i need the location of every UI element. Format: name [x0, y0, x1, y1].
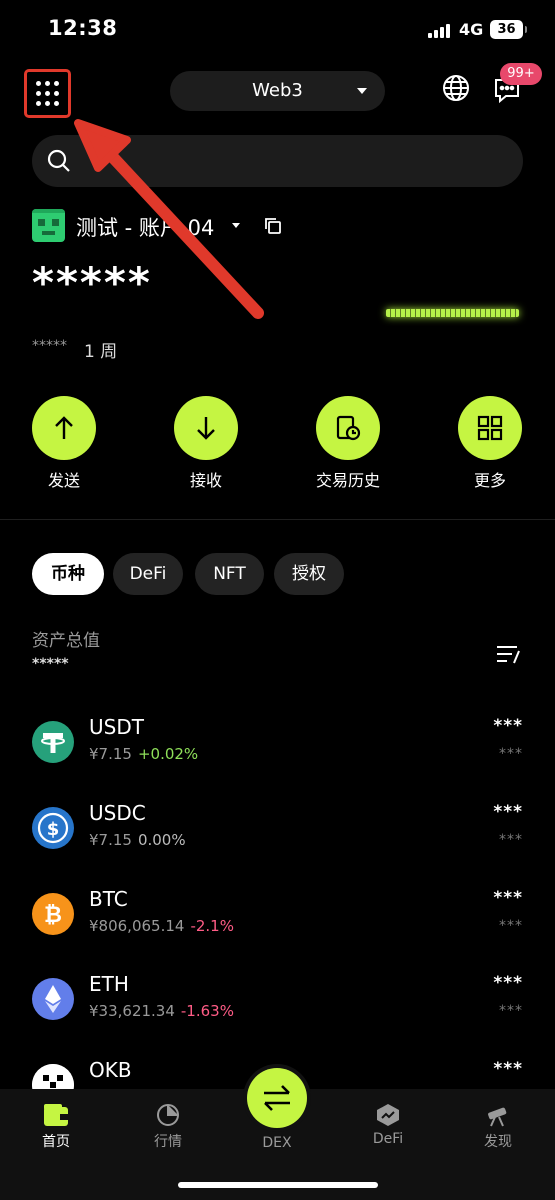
history-label: 交易历史	[315, 471, 380, 490]
send-button[interactable]: 发送	[24, 396, 104, 491]
wallet-icon	[44, 1104, 68, 1126]
swap-icon	[264, 1085, 290, 1111]
total-assets-value: *****	[32, 656, 69, 672]
token-change: -2.1%	[190, 917, 234, 935]
chevron-down-icon[interactable]	[232, 223, 240, 228]
token-amount: ***	[493, 888, 523, 908]
token-price-line: ¥7.15 0.00%	[89, 831, 186, 849]
history-button[interactable]: 交易历史	[308, 396, 388, 491]
token-price-line: ¥7.15 +0.02%	[89, 745, 198, 763]
token-change: 0.00%	[137, 831, 186, 849]
token-value: ***	[499, 746, 523, 762]
tab-approvals[interactable]: 授权	[274, 553, 344, 595]
svg-text:$: $	[47, 819, 60, 840]
status-time: 12:38	[48, 16, 118, 40]
token-symbol: BTC	[89, 887, 128, 911]
notification-badge: 99+	[500, 63, 542, 85]
history-icon	[336, 415, 361, 441]
copy-icon[interactable]	[264, 217, 282, 235]
token-row-btc[interactable]: ₿ BTC ¥806,065.14 -2.1% *** ***	[0, 885, 555, 969]
token-symbol: OKB	[89, 1058, 132, 1082]
section-divider	[0, 519, 555, 520]
telescope-icon	[488, 1107, 507, 1127]
search-icon	[47, 149, 70, 172]
token-amount: ***	[493, 802, 523, 822]
nav-market[interactable]: 行情	[128, 1103, 208, 1151]
token-amount: ***	[493, 973, 523, 993]
status-bar: 12:38 4G 36	[0, 0, 555, 62]
change-period[interactable]: 1 周	[84, 337, 117, 362]
usdc-icon: $	[32, 807, 74, 849]
app-menu-button[interactable]	[24, 69, 71, 118]
defi-icon	[377, 1104, 399, 1126]
nav-home-label: 首页	[42, 1134, 70, 1150]
more-label: 更多	[473, 471, 506, 490]
token-price-line: ¥33,621.34 -1.63%	[89, 1002, 234, 1020]
nav-defi[interactable]: DeFi	[348, 1103, 428, 1147]
token-value: ***	[499, 832, 523, 848]
total-balance[interactable]: *****	[32, 258, 152, 307]
search-input[interactable]	[32, 135, 523, 187]
token-price: ¥33,621.34	[89, 1002, 175, 1020]
svg-text:₿: ₿	[44, 903, 62, 928]
eth-icon	[32, 978, 74, 1020]
balance-sparkline	[386, 309, 519, 317]
receive-button[interactable]: 接收	[166, 396, 246, 491]
token-price: ¥7.15	[89, 831, 132, 849]
token-amount: ***	[493, 716, 523, 736]
dex-button[interactable]	[247, 1068, 307, 1128]
receive-label: 接收	[189, 471, 222, 490]
network-type: 4G	[459, 20, 484, 39]
token-row-eth[interactable]: ETH ¥33,621.34 -1.63% *** ***	[0, 970, 555, 1054]
sort-icon[interactable]	[495, 643, 521, 665]
token-price: ¥806,065.14	[89, 917, 185, 935]
token-price: ¥7.15	[89, 745, 132, 763]
token-symbol: USDC	[89, 801, 146, 825]
nav-discover-label: 发现	[484, 1134, 512, 1150]
token-symbol: ETH	[89, 972, 129, 996]
tab-defi[interactable]: DeFi	[113, 553, 183, 595]
token-value: ***	[499, 1003, 523, 1019]
nav-home[interactable]: 首页	[16, 1103, 96, 1151]
grid-icon	[477, 415, 503, 441]
market-icon	[157, 1104, 179, 1126]
token-change: +0.02%	[137, 745, 199, 763]
tab-tokens[interactable]: 币种	[32, 553, 104, 595]
usdt-icon	[32, 721, 74, 763]
token-row-usdt[interactable]: USDT ¥7.15 +0.02% *** ***	[0, 713, 555, 797]
send-label: 发送	[47, 471, 80, 490]
home-indicator	[178, 1182, 378, 1188]
token-price-line: ¥806,065.14 -2.1%	[89, 917, 234, 935]
btc-icon: ₿	[32, 893, 74, 935]
arrow-up-icon	[55, 416, 73, 439]
token-row-usdc[interactable]: $ USDC ¥7.15 0.00% *** ***	[0, 799, 555, 883]
account-name[interactable]: 测试 - 账户 04	[76, 212, 214, 242]
token-symbol: USDT	[89, 715, 144, 739]
signal-icon	[428, 24, 452, 38]
nav-market-label: 行情	[154, 1134, 182, 1150]
nav-discover[interactable]: 发现	[458, 1103, 538, 1151]
chevron-down-icon	[357, 88, 367, 94]
token-value: ***	[499, 918, 523, 934]
grid-dots-icon	[36, 81, 60, 107]
battery-icon: 36	[490, 20, 527, 39]
globe-icon[interactable]	[442, 74, 470, 102]
token-change: -1.63%	[180, 1002, 234, 1020]
balance-change: *****	[32, 338, 67, 354]
avatar[interactable]	[32, 209, 65, 242]
wallet-mode-switch[interactable]: Web3	[170, 71, 385, 111]
nav-defi-label: DeFi	[372, 1131, 404, 1147]
more-button[interactable]: 更多	[450, 396, 530, 491]
total-assets-label: 资产总值	[32, 631, 100, 651]
arrow-down-icon	[197, 417, 215, 440]
tab-nft[interactable]: NFT	[195, 553, 264, 595]
wallet-mode-label: Web3	[252, 80, 303, 101]
nav-dex-label[interactable]: DEX	[237, 1135, 317, 1151]
token-amount: ***	[493, 1059, 523, 1079]
